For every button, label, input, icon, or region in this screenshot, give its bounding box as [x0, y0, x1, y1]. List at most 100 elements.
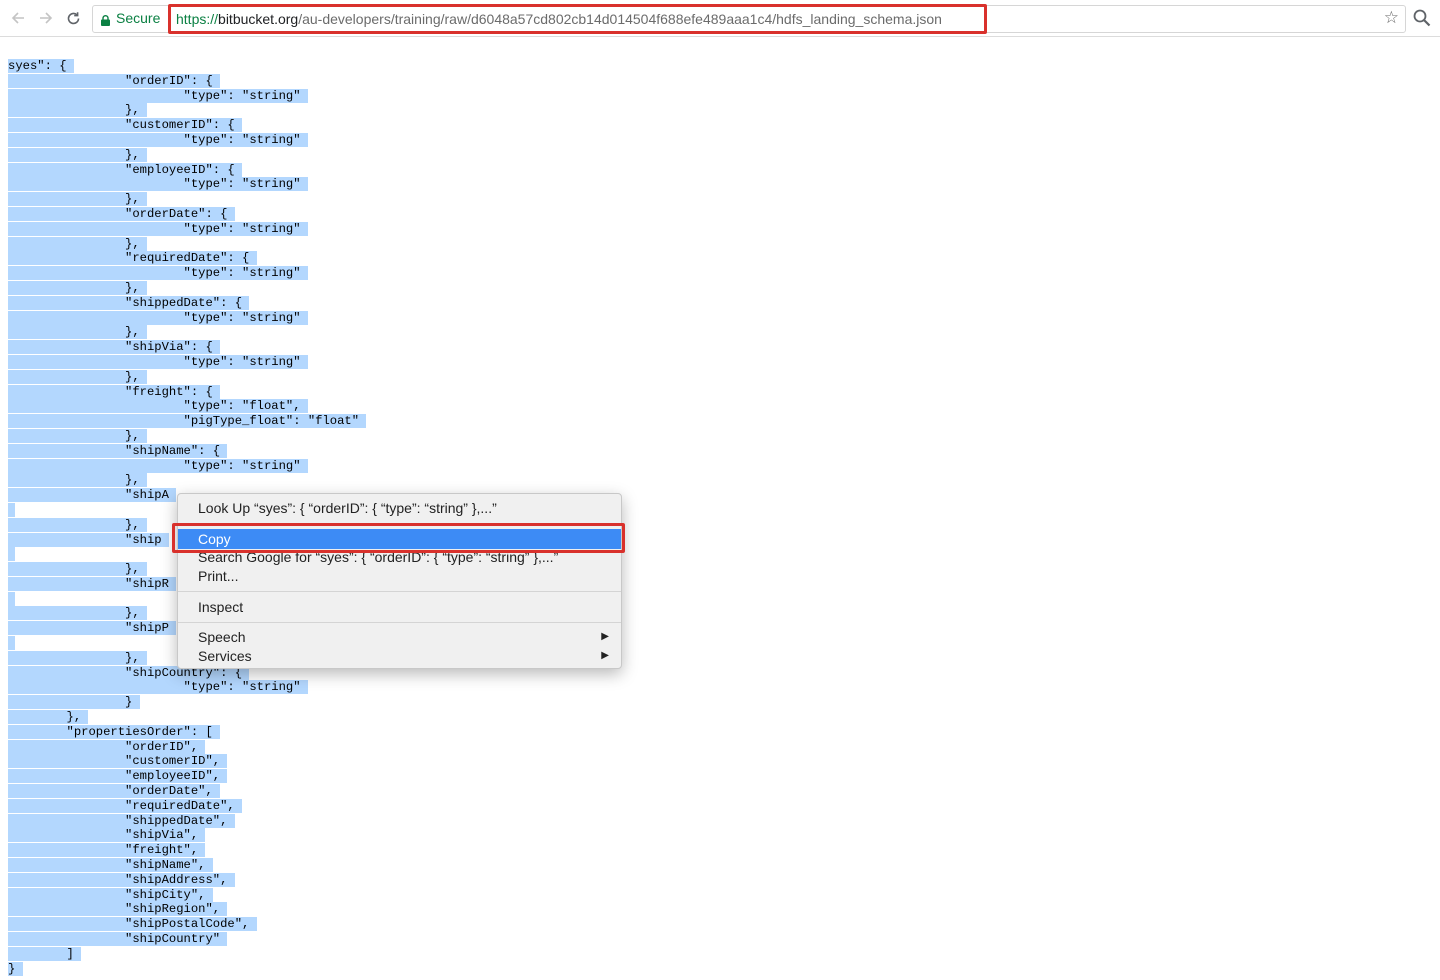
selected-text: "ship — [8, 532, 169, 547]
selected-text: "shipName", — [8, 858, 213, 873]
selected-text: "orderID", — [8, 739, 206, 754]
menu-item-inspect[interactable]: Inspect — [178, 597, 621, 617]
selected-text: }, — [8, 147, 147, 162]
json-line: "shipRegion", — [8, 902, 366, 917]
selected-text: "type": "string" — [8, 266, 308, 281]
json-line: "type": "string" — [8, 221, 366, 237]
selected-text: "orderDate", — [8, 784, 221, 799]
secure-label: Secure — [116, 10, 161, 26]
forward-button[interactable] — [36, 8, 56, 28]
address-bar[interactable]: Secure https://bitbucket.org/au-develope… — [92, 4, 1406, 34]
selected-text: "shipA — [8, 488, 177, 503]
json-line: "employeeID", — [8, 769, 366, 784]
menu-item-services-label: Services — [198, 648, 252, 664]
selected-text: "shipAddress", — [8, 872, 235, 887]
selected-text: "type": "string" — [8, 354, 308, 369]
selected-text: "employeeID": { — [8, 162, 243, 177]
json-line: "freight", — [8, 843, 366, 858]
selected-text: } — [8, 961, 23, 976]
json-line: }, — [8, 369, 366, 385]
selected-text: "shipVia": { — [8, 340, 221, 355]
menu-item-speech[interactable]: Speech ▶ — [178, 627, 621, 647]
json-line: "type": "string" — [8, 88, 366, 104]
json-line: }, — [8, 147, 366, 163]
context-menu: Look Up “syes”: { “orderID”: { “type”: “… — [177, 493, 622, 669]
selected-text: "requiredDate": { — [8, 251, 257, 266]
json-line: "shipCity", — [8, 887, 366, 903]
menu-item-look-up[interactable]: Look Up “syes”: { “orderID”: { “type”: “… — [178, 498, 621, 518]
selected-text: "pigType_float": "float" — [8, 414, 367, 429]
selected-text: "orderID": { — [8, 73, 221, 88]
url-scheme: https:// — [176, 11, 219, 27]
menu-item-services[interactable]: Services ▶ — [178, 646, 621, 666]
json-line: "orderDate": { — [8, 206, 366, 222]
json-line: "type": "string" — [8, 266, 366, 281]
url-host: bitbucket.org — [218, 11, 299, 27]
json-line: "customerID", — [8, 754, 366, 769]
json-line: "shipVia": { — [8, 340, 366, 355]
json-line: "shippedDate", — [8, 813, 366, 829]
back-arrow-icon — [11, 12, 24, 24]
selected-text: } — [8, 695, 140, 710]
selected-text: "type": "string" — [8, 310, 308, 325]
json-line: "type": "string" — [8, 354, 366, 370]
browser-toolbar: Secure https://bitbucket.org/au-develope… — [0, 0, 1440, 37]
selected-text: "orderDate": { — [8, 206, 235, 221]
json-line: "freight": { — [8, 384, 366, 400]
json-line: "shippedDate": { — [8, 295, 366, 311]
json-line: "customerID": { — [8, 118, 366, 133]
forward-arrow-icon — [40, 12, 53, 24]
submenu-arrow-icon: ▶ — [601, 650, 609, 661]
secure-indicator[interactable]: Secure — [101, 10, 160, 26]
reload-button[interactable] — [63, 8, 83, 28]
json-line: "shipName": { — [8, 443, 366, 459]
selected-text: "freight": { — [8, 384, 221, 399]
json-line: } — [8, 961, 366, 977]
selected-text: "shipName": { — [8, 443, 228, 458]
selected-text: }, — [8, 710, 89, 725]
bookmark-star-icon[interactable]: ☆ — [1384, 8, 1399, 28]
menu-item-print[interactable]: Print... — [178, 566, 621, 586]
json-line: "type": "string" — [8, 680, 366, 695]
selected-text: "shipCountry" — [8, 932, 228, 947]
selected-text: ] — [8, 946, 82, 961]
selected-text: "shipVia", — [8, 828, 206, 843]
selected-text: "requiredDate", — [8, 798, 243, 813]
selected-text: }, — [8, 473, 147, 488]
json-line: "employeeID": { — [8, 162, 366, 178]
selected-text: }, — [8, 369, 147, 384]
selected-text — [8, 591, 16, 606]
url-text-highlighted[interactable]: https://bitbucket.org/au-developers/trai… — [168, 4, 987, 34]
menu-item-search-google[interactable]: Search Google for “syes”: { “orderID”: {… — [178, 547, 621, 567]
selected-text: syes": { — [8, 59, 74, 73]
selected-text: "propertiesOrder": [ — [8, 724, 221, 739]
menu-separator — [178, 591, 621, 592]
selected-text: "type": "string" — [8, 132, 308, 147]
json-line: }, — [8, 280, 366, 296]
json-line: "pigType_float": "float" — [8, 414, 367, 429]
menu-item-speech-label: Speech — [198, 629, 246, 645]
selected-text: }, — [8, 606, 147, 621]
submenu-arrow-icon: ▶ — [601, 631, 609, 642]
json-line: "shipVia", — [8, 828, 366, 843]
json-line: "requiredDate", — [8, 798, 366, 814]
menu-item-copy[interactable]: Copy — [178, 529, 621, 549]
json-line: syes": { — [8, 59, 366, 74]
json-line: "type": "string" — [8, 177, 366, 192]
selected-text: }, — [8, 650, 147, 665]
back-button[interactable] — [8, 8, 28, 28]
json-line: "shipCountry" — [8, 932, 366, 947]
selected-text: "shipRegion", — [8, 902, 228, 917]
selected-text: "customerID", — [8, 754, 228, 769]
selected-text: "type": "string" — [8, 177, 308, 192]
json-line: "orderID": { — [8, 73, 366, 89]
selected-text: }, — [8, 562, 147, 577]
selected-text: }, — [8, 192, 147, 207]
search-icon[interactable] — [1412, 8, 1432, 28]
json-line: "shipAddress", — [8, 872, 366, 888]
json-line: "type": "string" — [8, 458, 366, 474]
selected-text — [8, 547, 16, 562]
json-line: "orderID", — [8, 739, 366, 755]
json-line: "type": "string" — [8, 310, 366, 326]
lock-icon — [101, 13, 110, 26]
